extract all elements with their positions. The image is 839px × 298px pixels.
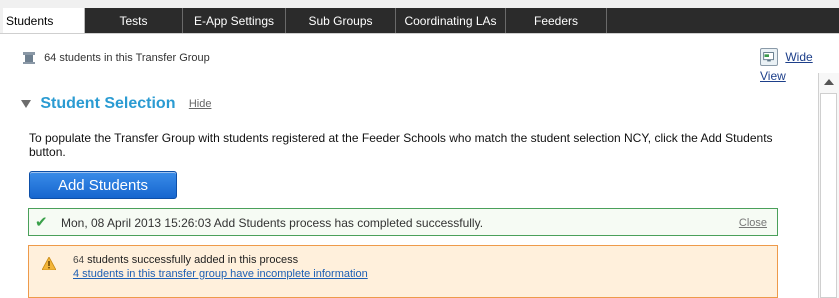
hide-link[interactable]: Hide (189, 98, 212, 110)
wide-view-link[interactable]: Wide View (760, 47, 839, 83)
scrollbar[interactable] (818, 73, 839, 298)
tab-feeders[interactable]: Feeders (506, 8, 607, 34)
warning-summary: 64 students successfully added in this pr… (73, 253, 298, 268)
tab-sub-groups[interactable]: Sub Groups (286, 8, 396, 34)
success-message: ✔ Mon, 08 April 2013 15:26:03 Add Studen… (28, 208, 778, 236)
scroll-up-arrow-icon[interactable] (824, 79, 834, 85)
add-students-button[interactable]: Add Students (29, 171, 177, 199)
section-header: Student Selection Hide (21, 92, 211, 114)
collapse-triangle-icon[interactable] (21, 99, 31, 108)
tab-label: Feeders (533, 14, 579, 28)
tab-tests[interactable]: Tests (85, 8, 183, 34)
students-group-icon (23, 52, 35, 65)
scroll-thumb[interactable] (820, 93, 837, 298)
tab-label: Students (6, 14, 54, 28)
tab-divider (0, 33, 839, 34)
tab-label: Coordinating LAs (404, 14, 497, 28)
tab-coordinating-las[interactable]: Coordinating LAs (396, 8, 506, 34)
tab-bar: Students Tests E-App Settings Sub Groups… (0, 0, 839, 34)
tab-strip: Students Tests E-App Settings Sub Groups… (3, 8, 839, 34)
checkmark-icon: ✔ (35, 214, 48, 231)
tab-students[interactable]: Students (3, 8, 85, 34)
tab-label: Tests (119, 14, 148, 28)
section-description: To populate the Transfer Group with stud… (29, 131, 773, 159)
tab-e-app-settings[interactable]: E-App Settings (183, 8, 286, 34)
tab-label: E-App Settings (193, 14, 275, 28)
warning-triangle-icon (42, 257, 56, 270)
wide-view-icon (760, 47, 778, 66)
added-count: 64 (73, 255, 85, 266)
section-title: Student Selection (40, 94, 176, 112)
group-count-text: 64 students in this Transfer Group (44, 52, 210, 64)
group-info: 64 students in this Transfer Group (22, 50, 210, 66)
incomplete-info-link[interactable]: 4 students in this transfer group have i… (73, 267, 368, 281)
warning-message: 64 students successfully added in this pr… (28, 245, 778, 298)
tab-label: Sub Groups (308, 14, 373, 28)
warning-text: students successfully added in this proc… (87, 254, 299, 266)
success-text: Mon, 08 April 2013 15:26:03 Add Students… (61, 216, 484, 230)
close-link[interactable]: Close (739, 216, 767, 230)
